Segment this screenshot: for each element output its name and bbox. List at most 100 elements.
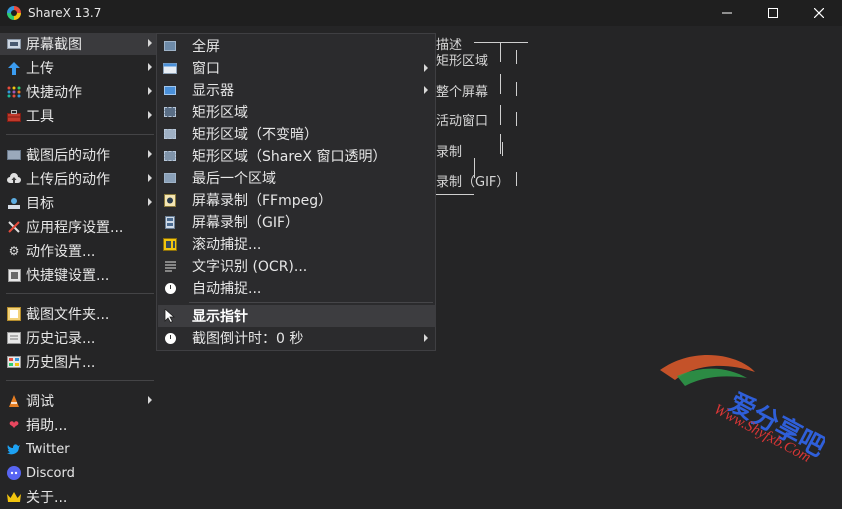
menu-item-label: 捐助... xyxy=(26,418,68,434)
submenu-item-label: 显示指针 xyxy=(192,309,248,325)
discord-icon xyxy=(7,466,21,480)
menu-item-history[interactable]: 历史记录... xyxy=(0,327,156,349)
close-button[interactable] xyxy=(796,0,842,26)
title-bar[interactable]: ShareX 13.7 xyxy=(0,0,842,26)
screen-recording-ffmpeg-item[interactable]: 屏幕录制（FFmpeg） xyxy=(158,189,436,211)
menu-item-destinations[interactable]: 目标 xyxy=(0,192,156,214)
submenu-arrow-icon xyxy=(148,174,152,182)
submenu-item-label: 屏幕录制（GIF） xyxy=(192,215,300,231)
submenu-item-label: 文字识别 (OCR)... xyxy=(192,259,308,275)
submenu-arrow-icon xyxy=(148,396,152,404)
submenu-item-label: 显示器 xyxy=(192,83,234,99)
menu-item-discord[interactable]: Discord xyxy=(0,462,156,484)
capture-region-item[interactable]: 矩形区域 xyxy=(158,101,436,123)
capture-window-item[interactable]: 窗口 xyxy=(158,57,436,79)
application-settings-icon xyxy=(7,220,21,234)
show-cursor-item[interactable]: 显示指针 xyxy=(158,305,436,327)
capture-region-light-item[interactable]: 矩形区域（不变暗） xyxy=(158,123,436,145)
preview-line: 录制（GIF） xyxy=(436,175,510,190)
watermark-title: 爱分享吧 xyxy=(724,387,825,462)
menu-item-image-history[interactable]: 历史图片... xyxy=(0,351,156,373)
maximize-button[interactable] xyxy=(750,0,796,26)
destinations-icon xyxy=(7,196,21,210)
monitor-icon xyxy=(163,83,177,97)
auto-capture-item[interactable]: 自动捕捉... xyxy=(158,277,436,299)
menu-item-tools[interactable]: 工具 xyxy=(0,105,156,127)
after-upload-icon xyxy=(7,172,21,186)
capture-fullscreen-item[interactable]: 全屏 xyxy=(158,35,436,57)
submenu-arrow-icon xyxy=(148,87,152,95)
menu-item-application-settings[interactable]: 应用程序设置... xyxy=(0,216,156,238)
rectangle-region-icon xyxy=(163,105,177,119)
menu-item-label: 目标 xyxy=(26,196,54,212)
submenu-arrow-icon xyxy=(148,150,152,158)
after-capture-icon xyxy=(7,148,21,162)
preview-connector xyxy=(516,172,517,186)
scrolling-capture-item[interactable]: 滚动捕捉... xyxy=(158,233,436,255)
ocr-item[interactable]: 文字识别 (OCR)... xyxy=(158,255,436,277)
menu-item-after-capture[interactable]: 截图后的动作 xyxy=(0,144,156,166)
donate-heart-icon: ❤ xyxy=(8,418,20,432)
capture-submenu: 全屏 窗口 显示器 矩形区域 矩形区域（不变暗） 矩形区域（ShareX 窗口透… xyxy=(156,33,436,351)
preview-line: 矩形区域 xyxy=(436,54,489,69)
menu-item-after-upload[interactable]: 上传后的动作 xyxy=(0,168,156,190)
image-history-icon xyxy=(7,355,21,369)
menu-item-about[interactable]: 关于... xyxy=(0,486,156,508)
screen-recording-gif-item[interactable]: 屏幕录制（GIF） xyxy=(158,211,436,233)
menu-item-label: 屏幕截图 xyxy=(26,37,82,53)
submenu-arrow-icon xyxy=(424,64,428,72)
capture-region-transparent-item[interactable]: 矩形区域（ShareX 窗口透明） xyxy=(158,145,436,167)
submenu-item-label: 矩形区域（ShareX 窗口透明） xyxy=(192,149,387,165)
menu-item-task-settings[interactable]: ⚙ 动作设置... xyxy=(0,240,156,262)
screen-capture-icon xyxy=(7,37,21,51)
minimize-icon xyxy=(722,12,732,14)
maximize-icon xyxy=(768,8,778,18)
submenu-item-label: 全屏 xyxy=(192,39,220,55)
menu-item-label: Discord xyxy=(26,465,75,481)
minimize-button[interactable] xyxy=(704,0,750,26)
submenu-arrow-icon xyxy=(148,39,152,47)
preview-connector xyxy=(500,42,501,62)
submenu-separator xyxy=(189,302,433,303)
menu-item-label: 上传后的动作 xyxy=(26,172,110,188)
menu-item-label: 应用程序设置... xyxy=(26,220,124,236)
capture-last-region-item[interactable]: 最后一个区域 xyxy=(158,167,436,189)
menu-item-upload[interactable]: 上传 xyxy=(0,57,156,79)
submenu-item-label: 屏幕录制（FFmpeg） xyxy=(192,193,333,209)
menu-separator xyxy=(6,134,154,135)
menu-item-hotkey-settings[interactable]: 快捷键设置... xyxy=(0,264,156,286)
preview-connector xyxy=(500,74,501,94)
auto-capture-clock-icon xyxy=(163,281,177,295)
preview-connector xyxy=(516,82,517,96)
window-controls xyxy=(704,0,842,26)
fullscreen-icon xyxy=(163,39,177,53)
submenu-item-label: 矩形区域 xyxy=(192,105,248,121)
menu-item-label: 历史图片... xyxy=(26,355,96,371)
menu-item-donate[interactable]: ❤ 捐助... xyxy=(0,414,156,436)
menu-item-label: 动作设置... xyxy=(26,244,96,260)
scrolling-capture-icon xyxy=(163,237,177,251)
last-region-icon xyxy=(163,171,177,185)
screen-record-icon xyxy=(163,193,177,207)
menu-item-twitter[interactable]: Twitter xyxy=(0,438,156,460)
debug-cone-icon xyxy=(7,394,21,408)
menu-item-quick-actions[interactable]: 快捷动作 xyxy=(0,81,156,103)
menu-separator xyxy=(6,293,154,294)
main-menu: 屏幕截图 上传 快捷动作 工具 截图后的动作 上传后的动作 目标 应用程序设置.… xyxy=(0,31,158,509)
sharex-main-window: ShareX 13.7 屏幕截图 上传 快捷动作 工具 截图后的动作 上传后的动… xyxy=(0,0,842,509)
screenshot-delay-item[interactable]: 截图倒计时：0 秒 xyxy=(158,327,436,349)
submenu-item-label: 滚动捕捉... xyxy=(192,237,262,253)
menu-item-label: Twitter xyxy=(26,441,70,457)
screenshots-folder-icon xyxy=(7,307,21,321)
menu-item-debug[interactable]: 调试 xyxy=(0,390,156,412)
menu-item-capture[interactable]: 屏幕截图 xyxy=(0,33,156,55)
preview-connector xyxy=(474,42,528,43)
close-icon xyxy=(814,8,824,18)
menu-item-label: 快捷键设置... xyxy=(26,268,110,284)
menu-item-label: 上传 xyxy=(26,61,54,77)
watermark-swoosh-icon xyxy=(677,368,747,386)
capture-monitor-item[interactable]: 显示器 xyxy=(158,79,436,101)
submenu-item-label: 自动捕捉... xyxy=(192,281,262,297)
menu-item-screenshots-folder[interactable]: 截图文件夹... xyxy=(0,303,156,325)
submenu-item-label: 最后一个区域 xyxy=(192,171,276,187)
